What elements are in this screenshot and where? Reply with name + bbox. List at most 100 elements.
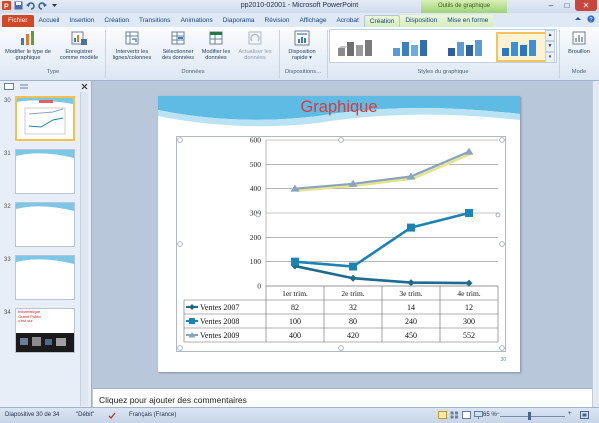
x-category-label: 4e trim.: [457, 289, 480, 298]
slide-thumbnail-32[interactable]: [15, 202, 75, 247]
chart-resize-handle: [499, 345, 505, 351]
zoom-in-icon[interactable]: +: [568, 411, 572, 417]
tab-chart-creation[interactable]: Création: [363, 15, 401, 27]
slide-number-33: 33: [4, 257, 11, 263]
gallery-up-arrow-icon[interactable]: ▲: [545, 30, 555, 41]
notes-pane[interactable]: Cliquez pour ajouter des commentaires: [93, 388, 592, 407]
ribbon-separator: [105, 30, 106, 78]
outline-tab-icon[interactable]: [19, 83, 29, 92]
tab-diaporama[interactable]: Diaporama: [218, 15, 260, 27]
slide-number: 30: [500, 357, 506, 363]
tab-chart-format[interactable]: Mise en forme: [442, 15, 494, 27]
table-value-cell: 400: [289, 331, 301, 340]
gallery-scroll: ▲ ▼ ▾: [545, 30, 555, 63]
help-icon[interactable]: ?: [587, 15, 595, 25]
chart-styles-gallery: [329, 29, 557, 63]
tab-animations[interactable]: Animations: [176, 15, 218, 27]
quick-layout-label: Disposition rapide ▾: [288, 49, 316, 62]
slide-thumbnail-30[interactable]: [15, 96, 75, 141]
chart-style-blue-selected[interactable]: [496, 32, 548, 62]
thumb-devices-icon: [16, 333, 74, 352]
close-button[interactable]: ✕: [575, 0, 597, 11]
chart-object[interactable]: 0 100 200 300 400 500 600 1er trim. 2e trim. 3e …: [176, 136, 506, 352]
refresh-data-button[interactable]: Actualiser les données: [234, 29, 276, 62]
slides-pane-scrollbar[interactable]: [80, 92, 88, 406]
spellcheck-icon[interactable]: [108, 412, 116, 421]
refresh-data-icon: [248, 31, 262, 45]
main-vertical-scrollbar[interactable]: [592, 81, 599, 407]
slide-thumbnail-34[interactable]: Informatique Grand Public c'est sur: [15, 308, 75, 353]
language-status[interactable]: Français (France): [129, 412, 176, 418]
quick-layout-button[interactable]: Disposition rapide ▾: [282, 29, 322, 62]
minimize-ribbon-icon[interactable]: [574, 15, 582, 25]
zoom-level[interactable]: 65 %: [483, 412, 497, 418]
y-tick-label: 600: [250, 136, 262, 145]
series-name-label: Ventes 2009: [200, 331, 239, 340]
x-category-label: 1er trim.: [282, 289, 308, 298]
edit-data-label: Modifier les données: [201, 49, 231, 62]
group-label-mode: Mode: [571, 69, 587, 75]
quick-layout-icon: [294, 30, 310, 46]
maximize-button[interactable]: □: [559, 0, 575, 11]
edit-data-button[interactable]: Modifier les données: [200, 29, 232, 62]
data-point-marker: [465, 209, 473, 217]
slides-tab-icon[interactable]: [4, 83, 14, 92]
minimize-button[interactable]: –: [543, 0, 559, 11]
save-as-template-button[interactable]: Enregistrer comme modèle: [56, 29, 102, 62]
chart-type-icon: [21, 31, 34, 45]
save-template-icon: [71, 31, 87, 45]
data-point-marker: [407, 223, 415, 232]
slide-title[interactable]: Graphique: [158, 98, 520, 117]
tab-creation[interactable]: Création: [99, 15, 134, 27]
chart-style-blue-mixed[interactable]: [442, 32, 494, 62]
tab-chart-disposition[interactable]: Disposition: [400, 15, 443, 27]
change-chart-type-button[interactable]: Modifier le type de graphique: [2, 29, 54, 62]
refresh-data-label: Actualiser les données: [238, 49, 272, 62]
plot-area-handle: [495, 212, 501, 218]
chart-resize-handle: [177, 241, 183, 247]
table-value-cell: 82: [291, 303, 299, 312]
y-tick-label: 100: [250, 257, 262, 266]
chart-resize-handle: [338, 137, 344, 143]
legend-key-marker: [189, 318, 195, 324]
select-data-button[interactable]: Sélectionner des données: [158, 29, 198, 62]
zoom-out-icon[interactable]: −: [496, 411, 500, 417]
draft-mode-button[interactable]: Brouillon: [561, 29, 597, 55]
switch-row-column-button[interactable]: Intervertir les lignes/colonnes: [108, 29, 156, 62]
chart-style-preview-icon: [448, 40, 482, 56]
ribbon-tabs: Fichier Accueil Insertion Création Trans…: [0, 13, 494, 27]
edit-data-icon: [209, 31, 223, 45]
slide-canvas[interactable]: Graphique 0 100 200 300 400 500 600 1er trim. 2…: [158, 96, 520, 372]
chart-style-blue-light[interactable]: [387, 32, 439, 62]
table-value-cell: 420: [347, 331, 359, 340]
slide-thumbnail-31[interactable]: [15, 149, 75, 194]
tab-transitions[interactable]: Transitions: [134, 15, 176, 27]
slide-thumbnail-33[interactable]: [15, 255, 75, 300]
tab-fichier[interactable]: Fichier: [2, 15, 34, 27]
chart-style-gray[interactable]: [332, 32, 384, 62]
slide-sorter-view-icon[interactable]: [450, 411, 459, 421]
chart-resize-handle: [338, 345, 344, 351]
gallery-down-arrow-icon[interactable]: ▼: [545, 41, 555, 52]
reading-view-icon[interactable]: [462, 411, 471, 421]
y-tick-label: 500: [250, 160, 262, 169]
fit-to-window-icon[interactable]: [580, 411, 589, 421]
close-pane-icon[interactable]: [81, 83, 88, 92]
normal-view-icon[interactable]: [438, 411, 447, 421]
zoom-slider[interactable]: [500, 416, 565, 417]
zoom-slider-knob[interactable]: [528, 412, 531, 420]
series-name-label: Ventes 2008: [200, 317, 239, 326]
chart-style-preview-icon: [338, 40, 372, 56]
gallery-more-icon[interactable]: ▾: [545, 52, 555, 63]
tab-accueil[interactable]: Accueil: [34, 15, 65, 27]
tab-revision[interactable]: Révision: [260, 15, 295, 27]
chart-resize-handle: [499, 241, 505, 247]
table-value-cell: 80: [349, 317, 357, 326]
theme-status: "Débit": [76, 412, 95, 418]
chart-style-preview-icon: [393, 40, 427, 56]
tab-insertion[interactable]: Insertion: [64, 15, 99, 27]
tab-acrobat[interactable]: Acrobat: [331, 15, 363, 27]
x-category-label: 3e trim.: [399, 289, 422, 298]
slideshow-view-icon[interactable]: [474, 411, 483, 421]
tab-affichage[interactable]: Affichage: [294, 15, 331, 27]
